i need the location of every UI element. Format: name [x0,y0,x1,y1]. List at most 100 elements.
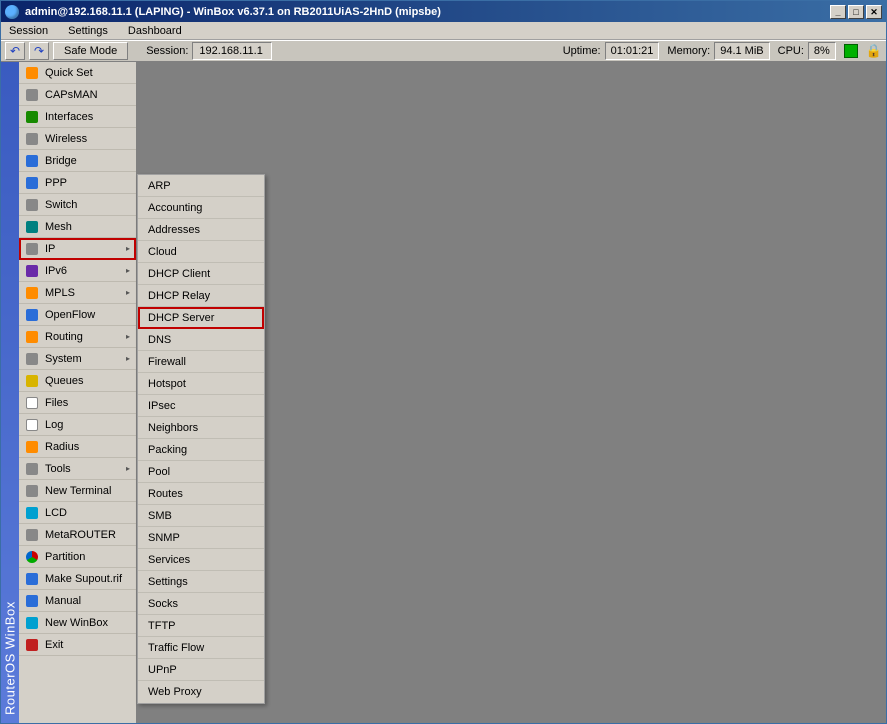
submenu-item-cloud[interactable]: Cloud [138,241,264,263]
files-icon [25,396,39,410]
sidebar-item-label: Bridge [45,155,77,167]
app-icon [5,5,19,19]
submenu-item-firewall[interactable]: Firewall [138,351,264,373]
submenu-item-hotspot[interactable]: Hotspot [138,373,264,395]
sidebar-item-files[interactable]: Files [19,392,136,414]
sidebar-item-mesh[interactable]: Mesh [19,216,136,238]
uptime-value: 01:01:21 [611,45,654,57]
menu-settings[interactable]: Settings [64,23,112,39]
capsman-icon [25,88,39,102]
submenu-item-traffic-flow[interactable]: Traffic Flow [138,637,264,659]
sidebar-item-bridge[interactable]: Bridge [19,150,136,172]
mesh-icon [25,220,39,234]
submenu-item-pool[interactable]: Pool [138,461,264,483]
submenu-item-label: Socks [148,598,178,610]
submenu-item-label: Web Proxy [148,686,202,698]
submenu-item-ipsec[interactable]: IPsec [138,395,264,417]
sidebar-item-radius[interactable]: Radius [19,436,136,458]
submenu-item-dhcp-server[interactable]: DHCP Server [138,307,264,329]
brand-strip: RouterOS WinBox [1,62,19,723]
maximize-button[interactable]: □ [848,5,864,19]
sidebar-item-queues[interactable]: Queues [19,370,136,392]
session-label: Session: [146,45,188,57]
sidebar-item-manual[interactable]: Manual [19,590,136,612]
status-indicator-icon [844,44,858,58]
sidebar-item-ppp[interactable]: PPP [19,172,136,194]
sidebar-item-interfaces[interactable]: Interfaces [19,106,136,128]
submenu-item-label: Traffic Flow [148,642,204,654]
sidebar-item-label: IPv6 [45,265,67,277]
submenu-item-label: Packing [148,444,187,456]
app-window: admin@192.168.11.1 (LAPING) - WinBox v6.… [0,0,887,724]
submenu-item-dns[interactable]: DNS [138,329,264,351]
lcd-icon [25,506,39,520]
submenu-item-dhcp-relay[interactable]: DHCP Relay [138,285,264,307]
sidebar-item-label: New WinBox [45,617,108,629]
memory-value-box: 94.1 MiB [714,42,769,60]
sidebar-item-label: LCD [45,507,67,519]
sidebar-item-ip[interactable]: IP▸ [19,238,136,260]
submenu-item-snmp[interactable]: SNMP [138,527,264,549]
submenu-item-addresses[interactable]: Addresses [138,219,264,241]
submenu-item-dhcp-client[interactable]: DHCP Client [138,263,264,285]
submenu-item-smb[interactable]: SMB [138,505,264,527]
sidebar-item-label: CAPsMAN [45,89,98,101]
sidebar-item-exit[interactable]: Exit [19,634,136,656]
sidebar-item-label: Make Supout.rif [45,573,122,585]
sidebar-item-openflow[interactable]: OpenFlow [19,304,136,326]
submenu-item-services[interactable]: Services [138,549,264,571]
submenu-item-packing[interactable]: Packing [138,439,264,461]
submenu-item-tftp[interactable]: TFTP [138,615,264,637]
close-button[interactable]: ✕ [866,5,882,19]
sidebar-item-ipv6[interactable]: IPv6▸ [19,260,136,282]
new-terminal-icon [25,484,39,498]
sidebar-item-make-supout-rif[interactable]: Make Supout.rif [19,568,136,590]
safe-mode-button[interactable]: Safe Mode [53,42,128,60]
sidebar-item-tools[interactable]: Tools▸ [19,458,136,480]
sidebar-item-quick-set[interactable]: Quick Set [19,62,136,84]
sidebar-item-metarouter[interactable]: MetaROUTER [19,524,136,546]
sidebar: Quick Set CAPsMAN InterfacesWireless Bridge… [19,62,137,723]
sidebar-item-wireless[interactable]: Wireless [19,128,136,150]
ipv6-icon [25,264,39,278]
sidebar-item-new-terminal[interactable]: New Terminal [19,480,136,502]
submenu-item-label: SNMP [148,532,180,544]
redo-button[interactable]: ↷ [29,42,49,60]
submenu-item-socks[interactable]: Socks [138,593,264,615]
submenu-item-accounting[interactable]: Accounting [138,197,264,219]
sidebar-item-label: Radius [45,441,79,453]
sidebar-item-system[interactable]: System▸ [19,348,136,370]
body-area: RouterOS WinBox Quick Set CAPsMAN Interfac… [1,62,886,723]
submenu-item-upnp[interactable]: UPnP [138,659,264,681]
submenu-item-arp[interactable]: ARP [138,175,264,197]
sidebar-item-partition[interactable]: Partition [19,546,136,568]
partition-icon [25,550,39,564]
submenu-item-routes[interactable]: Routes [138,483,264,505]
minimize-button[interactable]: _ [830,5,846,19]
menu-dashboard[interactable]: Dashboard [124,23,186,39]
sidebar-item-routing[interactable]: Routing▸ [19,326,136,348]
sidebar-item-lcd[interactable]: LCD [19,502,136,524]
submenu-item-web-proxy[interactable]: Web Proxy [138,681,264,703]
log-icon [25,418,39,432]
sidebar-item-label: PPP [45,177,67,189]
submenu-item-settings[interactable]: Settings [138,571,264,593]
sidebar-item-new-winbox[interactable]: New WinBox [19,612,136,634]
session-value-box[interactable]: 192.168.11.1 [192,42,272,60]
quick-set-icon [25,66,39,80]
sidebar-item-switch[interactable]: Switch [19,194,136,216]
sidebar-item-capsman[interactable]: CAPsMAN [19,84,136,106]
wireless-icon [25,132,39,146]
sidebar-item-mpls[interactable]: MPLS▸ [19,282,136,304]
sidebar-item-log[interactable]: Log [19,414,136,436]
submenu-item-label: Hotspot [148,378,186,390]
bridge-icon [25,154,39,168]
openflow-icon [25,308,39,322]
session-value: 192.168.11.1 [199,45,262,57]
menu-session[interactable]: Session [5,23,52,39]
ppp-icon [25,176,39,190]
submenu-item-neighbors[interactable]: Neighbors [138,417,264,439]
submenu-item-label: Neighbors [148,422,198,434]
undo-button[interactable]: ↶ [5,42,25,60]
switch-icon [25,198,39,212]
